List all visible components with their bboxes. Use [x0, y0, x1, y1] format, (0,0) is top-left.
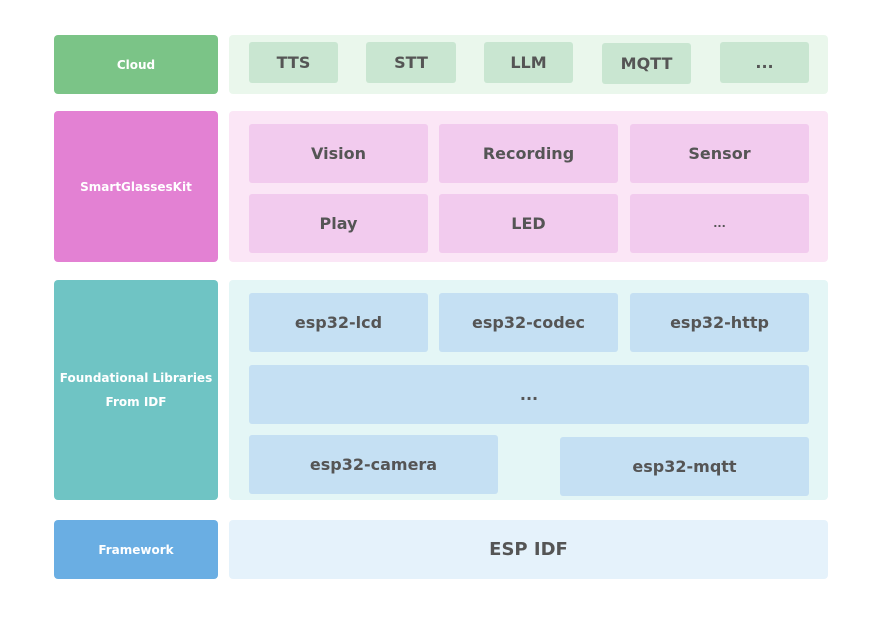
lib-item-codec: esp32-codec	[439, 293, 618, 352]
framework-item-esp-idf: ESP IDF	[229, 520, 828, 579]
cloud-item-more: ...	[720, 42, 809, 83]
kit-item-sensor: Sensor	[630, 124, 809, 183]
kit-item-play: Play	[249, 194, 428, 253]
cloud-item-llm: LLM	[484, 42, 573, 83]
lib-item-mqtt: esp32-mqtt	[560, 437, 809, 496]
libs-label-line2: From IDF	[105, 395, 167, 409]
cloud-item-mqtt: MQTT	[602, 43, 691, 84]
lib-item-camera: esp32-camera	[249, 435, 498, 494]
lib-item-more: ...	[249, 365, 809, 424]
cloud-item-stt: STT	[366, 42, 456, 83]
cloud-layer-label: Cloud	[54, 35, 218, 94]
libs-label-line1: Foundational Libraries	[59, 371, 213, 385]
framework-layer-label: Framework	[54, 520, 218, 579]
kit-item-vision: Vision	[249, 124, 428, 183]
lib-item-http: esp32-http	[630, 293, 809, 352]
lib-item-lcd: esp32-lcd	[249, 293, 428, 352]
libs-layer-label: Foundational Libraries From IDF	[54, 280, 218, 500]
kit-layer-label: SmartGlassesKit	[54, 111, 218, 262]
kit-item-led: LED	[439, 194, 618, 253]
kit-item-recording: Recording	[439, 124, 618, 183]
kit-item-more: ...	[630, 194, 809, 253]
cloud-item-tts: TTS	[249, 42, 338, 83]
